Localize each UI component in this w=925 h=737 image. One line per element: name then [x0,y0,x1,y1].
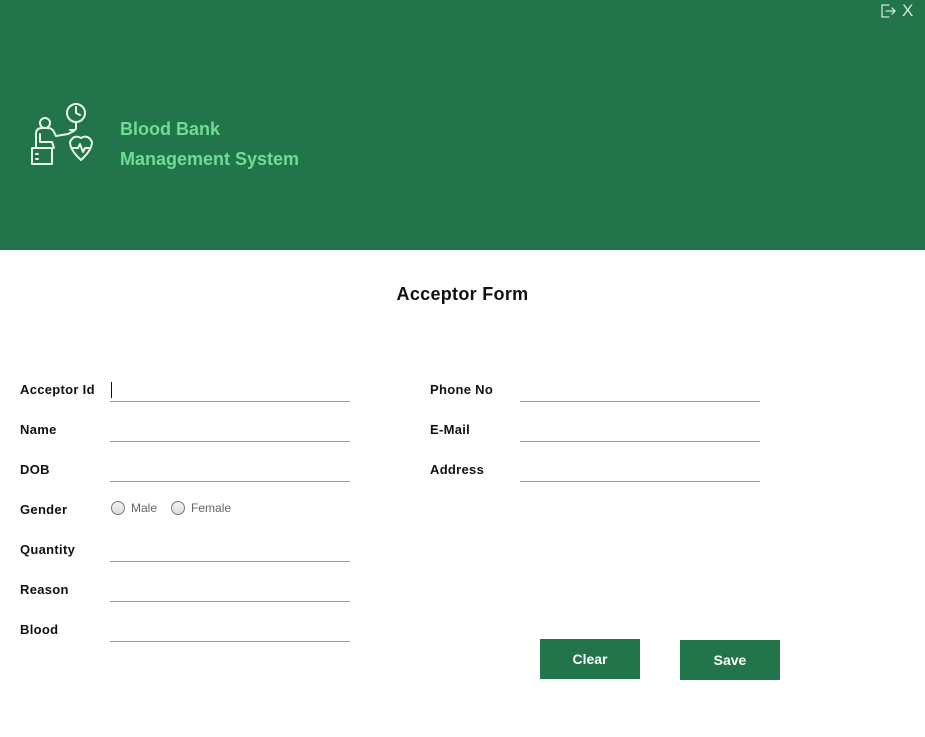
header-banner: Blood Bank Management System X [0,0,925,250]
blood-label: Blood [20,622,59,637]
address-field[interactable] [520,458,760,482]
logout-icon[interactable] [880,3,896,19]
name-label: Name [20,422,57,437]
acceptor-id-field[interactable] [110,378,350,402]
dob-label: DOB [20,462,50,477]
gender-male-label: Male [131,501,158,515]
clear-button[interactable]: Clear [540,639,640,679]
app-title-line1: Blood Bank [120,119,221,139]
close-icon[interactable]: X [902,2,913,20]
app-title-line2: Management System [120,149,300,169]
dob-field[interactable] [110,458,350,482]
phone-label: Phone No [430,382,494,397]
gender-radio-group: Male Female [111,501,245,515]
gender-female-label: Female [191,501,232,515]
reason-label: Reason [20,582,69,597]
radio-circle[interactable] [171,501,186,515]
form-title: Acceptor Form [396,284,529,304]
email-label: E-Mail [430,422,471,437]
name-field[interactable] [110,418,350,442]
quantity-label: Quantity [20,542,76,557]
blood-donation-icon [31,103,93,165]
radio-circle[interactable] [111,501,125,515]
phone-field[interactable] [520,378,760,402]
text-caret [111,382,112,398]
blood-field[interactable] [110,618,350,642]
app-window: Blood Bank Management System X Acceptor … [0,0,925,737]
reason-field[interactable] [110,578,350,602]
email-field[interactable] [520,418,760,442]
gender-label: Gender [20,502,68,517]
save-button[interactable]: Save [680,640,780,680]
gender-male-radio[interactable]: Male [111,501,157,515]
acceptor-id-label: Acceptor Id [20,382,95,397]
app-title: Blood Bank Management System [120,114,380,174]
quantity-field[interactable] [110,538,350,562]
gender-female-radio[interactable]: Female [171,501,231,515]
address-label: Address [430,462,485,477]
